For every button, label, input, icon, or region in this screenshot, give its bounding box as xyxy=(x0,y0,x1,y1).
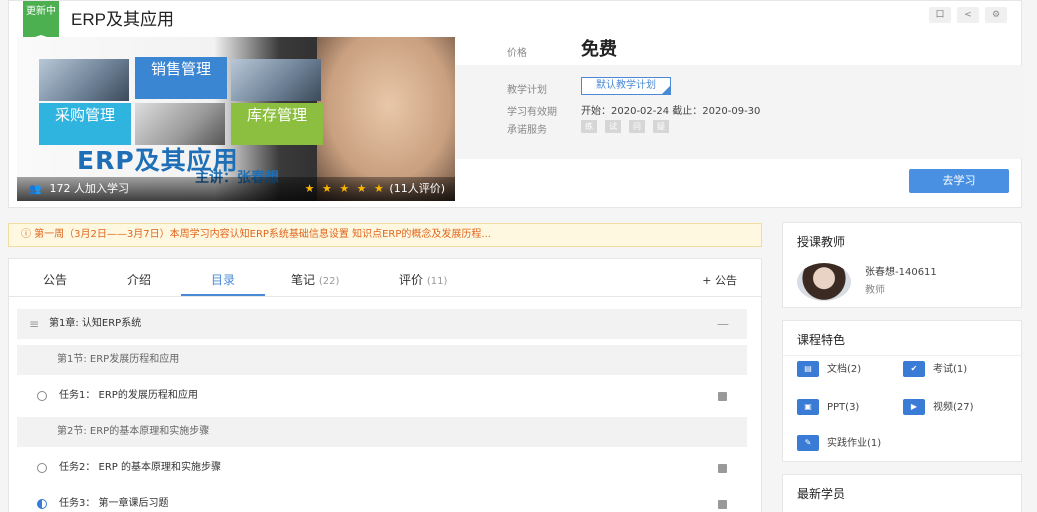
exam-icon: ✔ xyxy=(903,361,925,377)
rating: ★ ★ ★ ★ ★ (11人评价) xyxy=(304,182,445,195)
ppt-icon: ▣ xyxy=(797,399,819,415)
feature-videos[interactable]: ▶ 视频(27) xyxy=(903,399,974,416)
tab-catalog[interactable]: 目录 xyxy=(211,271,235,288)
price-label: 价格 xyxy=(507,48,527,59)
course-header-card: 更新中 ERP及其应用 口 < ⚙ 销售管理 采购管理 库存管理 ERP及其应用… xyxy=(8,0,1023,208)
course-title: ERP及其应用 xyxy=(71,10,174,29)
cover-photo xyxy=(39,59,129,101)
chapter-row[interactable]: ≡ 第1章: 认知ERP系统 — xyxy=(17,309,747,339)
add-announcement-button[interactable]: + 公告 xyxy=(702,272,737,288)
course-tools: 口 < ⚙ xyxy=(929,7,1007,23)
students-panel-title: 最新学员 xyxy=(797,487,846,501)
users-icon: 👥 xyxy=(29,184,42,195)
plan-label: 教学计划 xyxy=(507,85,547,96)
content-tabs: 公告 介绍 目录 笔记 (22) 评价 (11) + 公告 xyxy=(9,259,761,297)
settings-icon[interactable]: ⚙ xyxy=(985,7,1007,23)
weekly-notice[interactable]: ⓘ 第一周（3月2日——3月7日）本周学习内容认知ERP系统基础信息设置 知识点… xyxy=(8,223,762,247)
share-icon[interactable]: < xyxy=(957,7,979,23)
active-tab-indicator xyxy=(181,294,265,296)
cover-tile-sales: 销售管理 xyxy=(135,57,227,99)
course-info: 价格 免费 教学计划 默认教学计划 学习有效期 开始：2020-02-24 截止… xyxy=(455,37,1023,159)
tab-announcement[interactable]: 公告 xyxy=(43,271,67,288)
feature-exams[interactable]: ✔ 考试(1) xyxy=(903,361,967,378)
task-row[interactable]: 任务3： 第一章课后习题 xyxy=(17,489,747,512)
feature-ppt[interactable]: ▣ PPT(3) xyxy=(797,399,859,416)
task-status-icon xyxy=(37,463,47,473)
document-icon: ▤ xyxy=(797,361,819,377)
service-icon: 问 xyxy=(629,120,645,133)
star-icon: ★ ★ ★ ★ ★ xyxy=(304,182,386,195)
service-icon: 练 xyxy=(581,120,597,133)
learner-count: 👥 172 人加入学习 xyxy=(29,182,129,195)
service-icon: 疑 xyxy=(653,120,669,133)
course-meta: 教学计划 默认教学计划 学习有效期 开始：2020-02-24 截止：2020-… xyxy=(455,65,1023,159)
price-value: 免费 xyxy=(581,39,617,60)
assignment-icon: ✎ xyxy=(797,435,819,451)
features-panel-title: 课程特色 xyxy=(797,333,846,347)
cover-tile-purchase: 采购管理 xyxy=(39,103,131,145)
price-row: 价格 免费 xyxy=(455,37,1023,65)
tab-notes[interactable]: 笔记 (22) xyxy=(291,271,339,288)
tab-introduction[interactable]: 介绍 xyxy=(127,271,151,288)
students-panel: 最新学员 xyxy=(782,474,1022,512)
document-icon xyxy=(718,464,727,473)
video-icon: ▶ xyxy=(903,399,925,415)
divider xyxy=(783,355,1021,356)
go-study-button[interactable]: 去学习 xyxy=(909,169,1009,193)
section-row: 第2节: ERP的基本原理和实施步骤 xyxy=(17,417,747,447)
quiz-icon xyxy=(718,500,727,509)
updating-badge: 更新中 xyxy=(23,1,59,41)
feature-documents[interactable]: ▤ 文档(2) xyxy=(797,361,861,378)
course-content: 公告 介绍 目录 笔记 (22) 评价 (11) + 公告 ≡ 第1章: 认知E… xyxy=(8,258,762,512)
cover-photo xyxy=(231,59,321,101)
task-progress-icon xyxy=(37,499,47,509)
task-status-icon xyxy=(37,391,47,401)
teacher-panel: 授课教师 张春想-140611 教师 xyxy=(782,222,1022,308)
tab-reviews[interactable]: 评价 (11) xyxy=(399,271,447,288)
favorite-icon[interactable]: 口 xyxy=(929,7,951,23)
document-icon xyxy=(718,392,727,401)
validity-value: 开始：2020-02-24 截止：2020-09-30 xyxy=(581,106,761,117)
task-row[interactable]: 任务1： ERP的发展历程和应用 xyxy=(17,381,747,411)
teacher-name[interactable]: 张春想-140611 xyxy=(865,263,937,278)
teaching-plan-button[interactable]: 默认教学计划 xyxy=(581,77,671,95)
course-cover-image[interactable]: 销售管理 采购管理 库存管理 ERP及其应用 主讲：张春想 👥172 人加入学习… xyxy=(17,37,455,201)
menu-icon: ≡ xyxy=(29,317,40,331)
validity-label: 学习有效期 xyxy=(507,107,557,118)
section-row: 第1节: ERP发展历程和应用 xyxy=(17,345,747,375)
feature-assignments[interactable]: ✎ 实践作业(1) xyxy=(797,435,881,452)
cover-tile-inventory: 库存管理 xyxy=(231,103,323,145)
service-label: 承诺服务 xyxy=(507,125,547,136)
teacher-role: 教师 xyxy=(865,285,885,296)
cover-photo xyxy=(135,103,225,145)
collapse-icon[interactable]: — xyxy=(717,309,729,339)
teacher-panel-title: 授课教师 xyxy=(797,235,846,249)
task-row[interactable]: 任务2： ERP 的基本原理和实施步骤 xyxy=(17,453,747,483)
service-icon: 试 xyxy=(605,120,621,133)
teacher-avatar[interactable] xyxy=(797,263,851,301)
features-panel: 课程特色 ▤ 文档(2) ✔ 考试(1) ▣ PPT(3) ▶ 视频(27) ✎ 实践作业… xyxy=(782,320,1022,462)
